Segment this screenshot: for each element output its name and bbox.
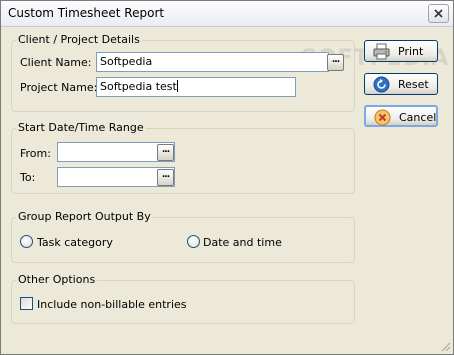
- to-label: To:: [20, 171, 36, 184]
- reset-label: Reset: [398, 78, 429, 91]
- reset-button[interactable]: Reset: [364, 73, 438, 95]
- reset-icon: [373, 76, 390, 93]
- client-name-field[interactable]: Softpedia: [96, 52, 329, 72]
- to-date-button[interactable]: ...: [157, 169, 174, 186]
- print-label: Print: [398, 45, 424, 58]
- project-name-value: Softpedia test: [100, 80, 177, 93]
- cancel-icon: [374, 109, 391, 126]
- title-bar[interactable]: Custom Timesheet Report: [1, 1, 453, 27]
- text-caret: [176, 80, 178, 92]
- task-category-label[interactable]: Task category: [37, 236, 113, 249]
- cancel-label: Cancel: [399, 111, 437, 124]
- non-billable-checkbox[interactable]: [20, 297, 33, 310]
- non-billable-label[interactable]: Include non-billable entries: [37, 298, 187, 311]
- resize-grip-icon[interactable]: [439, 340, 451, 352]
- other-options-legend: Other Options: [16, 273, 98, 286]
- project-name-label: Project Name:: [20, 81, 98, 94]
- client-project-group: [11, 40, 355, 112]
- cancel-button[interactable]: Cancel: [364, 105, 438, 127]
- date-time-radio[interactable]: [187, 235, 200, 248]
- date-range-legend: Start Date/Time Range: [16, 121, 146, 134]
- client-project-legend: Client / Project Details: [16, 33, 142, 46]
- date-time-label[interactable]: Date and time: [203, 236, 282, 249]
- task-category-radio[interactable]: [20, 235, 33, 248]
- from-date-button[interactable]: ...: [157, 144, 174, 161]
- print-button[interactable]: Print: [364, 40, 438, 62]
- group-by-legend: Group Report Output By: [16, 210, 153, 223]
- from-label: From:: [20, 147, 51, 160]
- close-icon: [434, 9, 443, 18]
- window-title: Custom Timesheet Report: [8, 6, 165, 20]
- project-name-field[interactable]: Softpedia test: [96, 77, 296, 97]
- client-name-label: Client Name:: [20, 56, 92, 69]
- close-button[interactable]: [428, 4, 449, 23]
- printer-icon: [373, 43, 390, 60]
- client-browse-button[interactable]: ...: [327, 54, 344, 71]
- dialog-window: Custom Timesheet Report SOFTPEDIA Client…: [0, 0, 454, 355]
